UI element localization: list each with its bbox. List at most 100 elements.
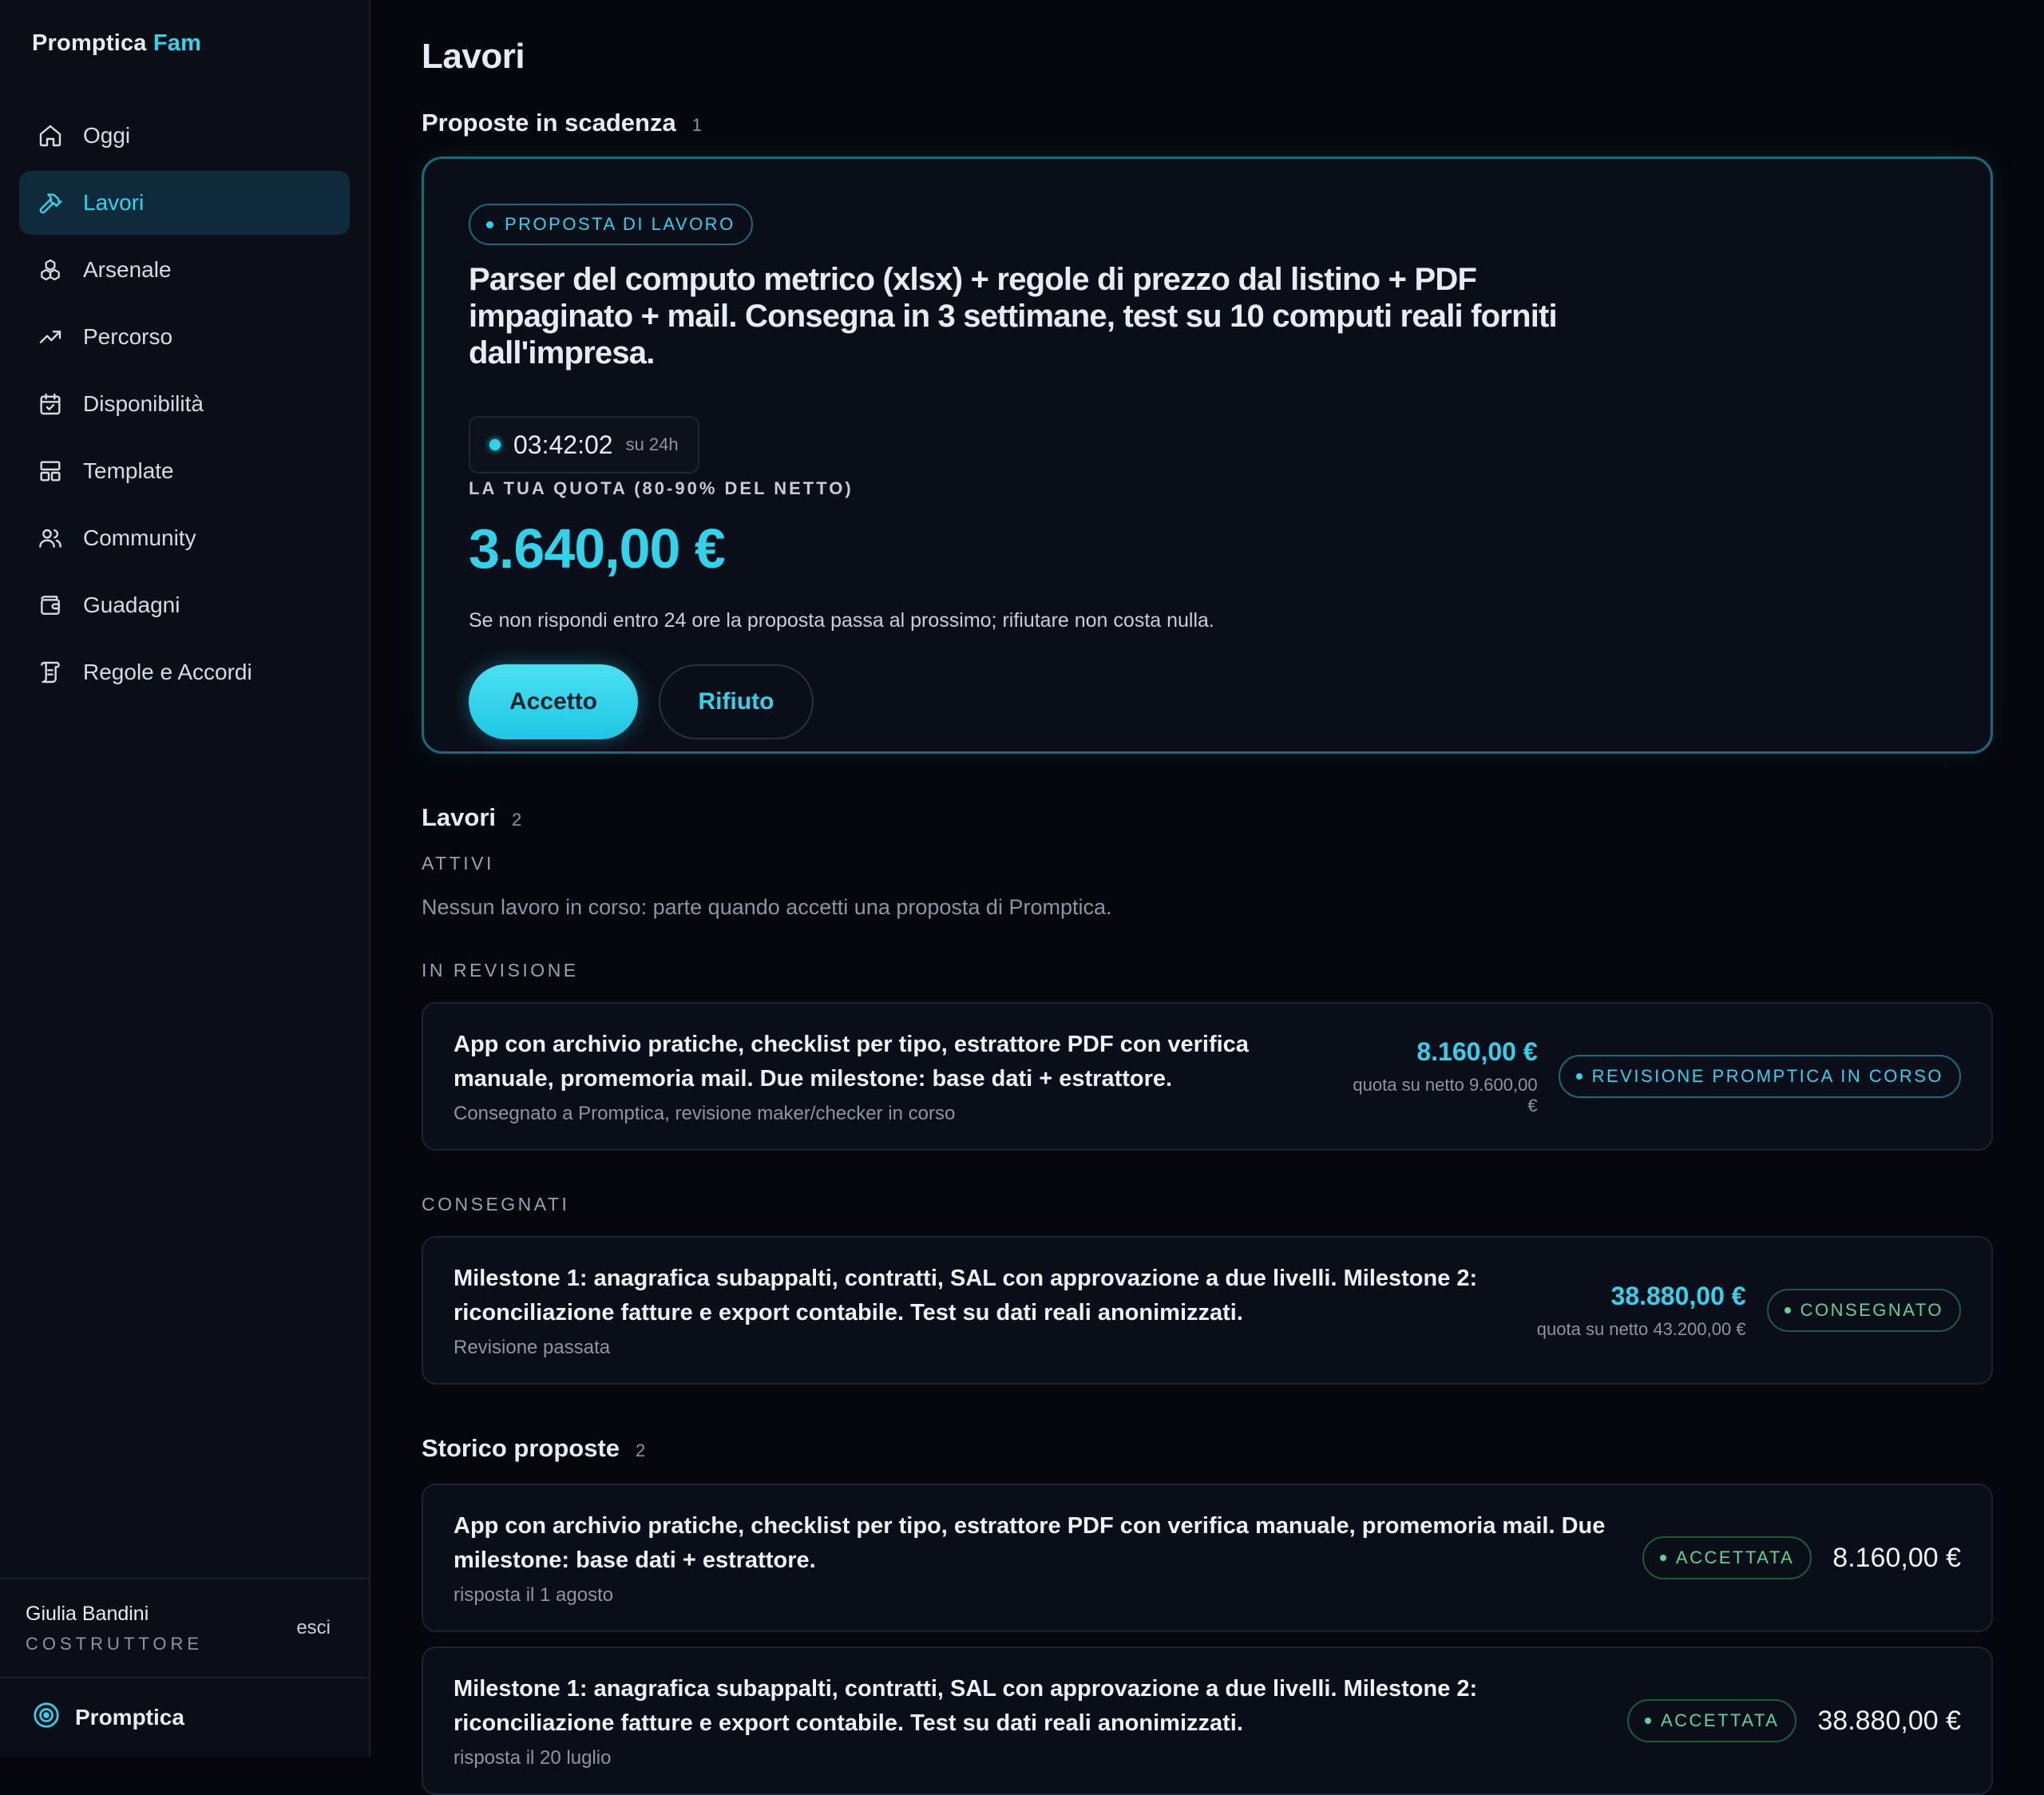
sidebar-item-label: Lavori xyxy=(83,190,145,215)
history-item[interactable]: Milestone 1: anagrafica subappalti, cont… xyxy=(422,1646,1993,1795)
history-date: risposta il 1 agosto xyxy=(454,1584,614,1606)
sidebar-item-regole[interactable]: Regole e Accordi xyxy=(19,640,350,704)
logout-link[interactable]: esci xyxy=(296,1617,331,1639)
sidebar-item-label: Regole e Accordi xyxy=(83,660,252,684)
history-info: Milestone 1: anagrafica subappalti, cont… xyxy=(454,1672,1523,1769)
status-badge: REVISIONE PROMPTICA IN CORSO xyxy=(1558,1055,1961,1098)
jobs-section-title: Lavori 2 xyxy=(422,803,1993,832)
job-status-text: Consegnato a Promptica, revisione maker/… xyxy=(454,1103,956,1124)
job-card-delivered[interactable]: Milestone 1: anagrafica subappalti, cont… xyxy=(422,1236,1993,1385)
timer-dot xyxy=(489,439,501,450)
main-content: Lavori Proposte in scadenza 1 PROPOSTA D… xyxy=(370,0,2044,1795)
brand-main: Promptica xyxy=(32,30,147,56)
history-section-title: Storico proposte 2 xyxy=(422,1434,1993,1463)
sidebar-item-template[interactable]: Template xyxy=(19,439,350,503)
proposals-section-title: Proposte in scadenza 1 xyxy=(422,109,1993,137)
status-dot xyxy=(1659,1555,1666,1561)
job-amount-block: 8.160,00 € quota su netto 9.600,00 € xyxy=(1342,1036,1538,1116)
active-jobs-empty: Nessun lavoro in corso: parte quando acc… xyxy=(422,895,1112,919)
status-badge: CONSEGNATO xyxy=(1766,1289,1961,1332)
history-title: Storico proposte xyxy=(422,1434,620,1462)
quota-label: LA TUA QUOTA (80-90% DEL NETTO) xyxy=(469,478,854,498)
wallet-icon xyxy=(37,592,64,619)
sidebar-item-lavori[interactable]: Lavori xyxy=(19,171,350,235)
history-date: risposta il 20 luglio xyxy=(454,1747,612,1769)
layout-icon xyxy=(37,458,64,485)
brand-accent: Fam xyxy=(153,30,202,56)
proposals-title: Proposte in scadenza xyxy=(422,109,676,137)
job-title: App con archivio pratiche, checklist per… xyxy=(454,1032,1249,1092)
job-info: App con archivio pratiche, checklist per… xyxy=(454,1028,1342,1125)
status-badge-label: ACCETTATA xyxy=(1675,1547,1795,1567)
history-section: Storico proposte 2 App con archivio prat… xyxy=(422,1434,1993,1795)
status-dot xyxy=(1575,1073,1583,1080)
status-dot xyxy=(486,220,493,228)
timer-total: su 24h xyxy=(625,434,679,454)
proposal-notice: Se non rispondi entro 24 ore la proposta… xyxy=(469,609,1214,632)
job-card-review[interactable]: App con archivio pratiche, checklist per… xyxy=(422,1002,1993,1151)
status-dot xyxy=(1784,1307,1791,1314)
calendar-icon xyxy=(37,390,64,418)
sidebar-item-label: Oggi xyxy=(83,123,131,148)
accept-button[interactable]: Accetto xyxy=(469,664,638,739)
history-item[interactable]: App con archivio pratiche, checklist per… xyxy=(422,1484,1993,1632)
footer-brand-label: Promptica xyxy=(75,1705,184,1730)
active-jobs-heading: ATTIVI xyxy=(422,853,494,874)
proposal-chip: PROPOSTA DI LAVORO xyxy=(469,204,753,245)
job-amount-net: quota su netto 43.200,00 € xyxy=(1536,1318,1746,1339)
footer-brand[interactable]: Promptica xyxy=(0,1677,369,1757)
sidebar-footer: Giulia Bandini COSTRUTTORE esci Promptic… xyxy=(0,1578,369,1757)
history-amount: 38.880,00 € xyxy=(1817,1705,1961,1736)
status-badge-label: CONSEGNATO xyxy=(1800,1300,1943,1320)
sidebar-item-label: Guadagni xyxy=(83,592,180,617)
history-amount: 8.160,00 € xyxy=(1832,1542,1961,1573)
app-root: Promptica Fam Oggi Lavori Arsenale Perco… xyxy=(0,0,2044,1795)
job-status-text: Revisione passata xyxy=(454,1337,611,1358)
reject-button[interactable]: Rifiuto xyxy=(659,664,814,739)
job-info: Milestone 1: anagrafica subappalti, cont… xyxy=(454,1262,1523,1359)
countdown-timer: 03:42:02 su 24h xyxy=(469,416,699,474)
proposal-chip-label: PROPOSTA DI LAVORO xyxy=(505,214,735,234)
quota-value: 3.640,00 € xyxy=(469,517,726,580)
timer-value: 03:42:02 xyxy=(513,430,613,459)
jobs-section: Lavori 2 ATTIVI Nessun lavoro in corso: … xyxy=(422,803,1993,1385)
page-title: Lavori xyxy=(422,37,525,76)
sidebar: Promptica Fam Oggi Lavori Arsenale Perco… xyxy=(0,0,370,1757)
sidebar-item-percorso[interactable]: Percorso xyxy=(19,305,350,369)
jobs-title: Lavori xyxy=(422,803,497,831)
brand-logo[interactable]: Promptica Fam xyxy=(0,0,369,104)
status-badge: ACCETTATA xyxy=(1626,1699,1797,1742)
status-badge-label: REVISIONE PROMPTICA IN CORSO xyxy=(1591,1066,1943,1086)
sidebar-item-disponibilita[interactable]: Disponibilità xyxy=(19,372,350,436)
sidebar-item-arsenale[interactable]: Arsenale xyxy=(19,238,350,302)
user-role: COSTRUTTORE xyxy=(26,1633,204,1654)
status-badge: ACCETTATA xyxy=(1642,1536,1812,1579)
sidebar-item-label: Arsenale xyxy=(83,257,172,282)
proposal-card: PROPOSTA DI LAVORO Parser del computo me… xyxy=(422,157,1993,754)
users-icon xyxy=(37,525,64,552)
job-amount-net: quota su netto 9.600,00 € xyxy=(1353,1074,1538,1115)
sidebar-item-label: Percorso xyxy=(83,324,173,349)
history-meta: ACCETTATA 38.880,00 € xyxy=(1626,1699,1961,1742)
job-title: Milestone 1: anagrafica subappalti, cont… xyxy=(454,1266,1478,1325)
sidebar-item-oggi[interactable]: Oggi xyxy=(19,104,350,168)
hammer-icon xyxy=(37,189,64,216)
trend-up-icon xyxy=(37,323,64,351)
sidebar-item-community[interactable]: Community xyxy=(19,506,350,570)
status-dot xyxy=(1644,1718,1651,1724)
proposal-actions: Accetto Rifiuto xyxy=(469,664,1946,739)
job-meta: 8.160,00 € quota su netto 9.600,00 € REV… xyxy=(1342,1037,1961,1116)
user-info: Giulia Bandini COSTRUTTORE xyxy=(26,1603,203,1654)
home-icon xyxy=(37,122,64,149)
history-title-text: App con archivio pratiche, checklist per… xyxy=(454,1513,1606,1573)
target-icon xyxy=(32,1701,61,1735)
jobs-count: 2 xyxy=(512,810,522,830)
sidebar-item-label: Community xyxy=(83,525,196,550)
user-name: Giulia Bandini xyxy=(26,1602,149,1625)
sidebar-item-guadagni[interactable]: Guadagni xyxy=(19,573,350,637)
user-box: Giulia Bandini COSTRUTTORE esci xyxy=(0,1578,369,1677)
job-amount: 8.160,00 € xyxy=(1416,1036,1538,1066)
history-title-text: Milestone 1: anagrafica subappalti, cont… xyxy=(454,1676,1478,1736)
status-badge-label: ACCETTATA xyxy=(1660,1710,1780,1730)
scroll-icon xyxy=(37,659,64,686)
